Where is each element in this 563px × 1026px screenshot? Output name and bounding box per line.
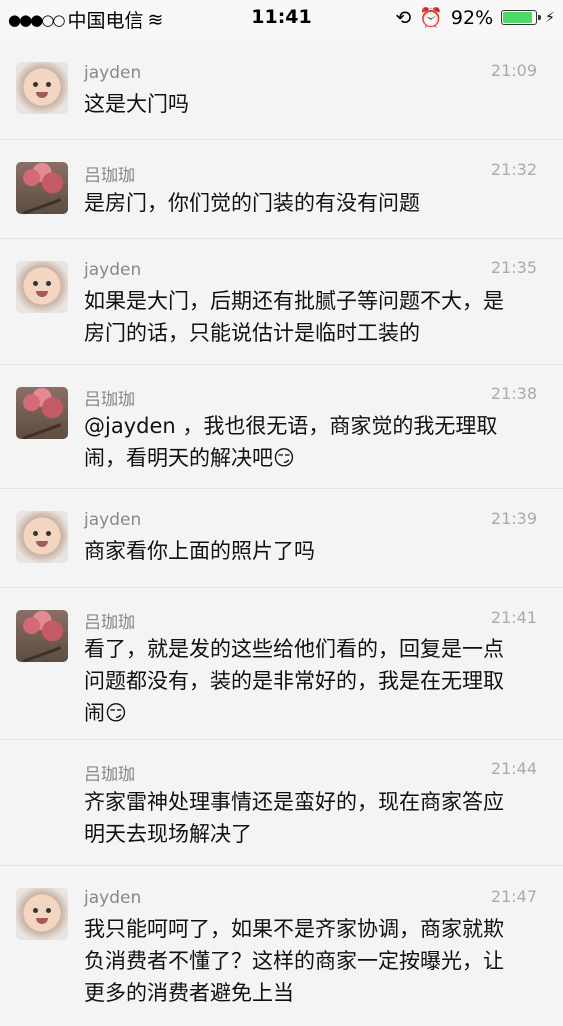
rotation-lock-icon: ⟲ [395,6,412,29]
message-time: 21:44 [490,759,537,778]
message-time: 21:32 [490,160,537,179]
message-text: 我只能呵呵了，如果不是齐家协调，商家就欺负消费者不懂了？这样的商家一定按曝光，让… [84,917,504,1005]
sender-name: jayden [84,510,142,530]
alarm-icon: ⏰ [419,7,443,29]
list-item[interactable]: 吕珈珈 21:44 齐家雷神处理事情还是蛮好的，现在商家答应明天去现场解决了 [0,740,563,866]
message-text: 齐家雷神处理事情还是蛮好的，现在商家答应明天去现场解决了 [84,790,504,846]
chat-list: jayden 21:09 这是大门吗 吕珈珈 21:32 是房门，你们觉的门装的… [0,40,563,1026]
sender-name: 吕珈珈 [84,390,135,410]
avatar[interactable] [16,387,68,439]
battery-icon [501,10,542,25]
list-item[interactable]: 吕珈珈 21:41 看了，就是发的这些给他们看的，回复是一点问题都没有，装的是非… [0,588,563,740]
message-text: @jayden ，我也很无语，商家觉的我无理取闹，看明天的解决吧😏 [84,414,498,470]
battery-fill [503,12,533,23]
message-text: 看了，就是发的这些给他们看的，回复是一点问题都没有，装的是非常好的，我是在无理取… [84,637,504,725]
list-item[interactable]: 吕珈珈 21:38 @jayden ，我也很无语，商家觉的我无理取闹，看明天的解… [0,365,563,489]
avatar[interactable] [16,610,68,662]
charging-icon: ⚡ [545,9,555,26]
sender-name: jayden [84,260,142,280]
message-time: 21:38 [490,384,537,403]
sender-name: jayden [84,888,142,908]
avatar[interactable] [16,261,68,313]
message-time: 21:41 [490,608,537,627]
list-item[interactable]: jayden 21:09 这是大门吗 [0,40,563,140]
sender-name: 吕珈珈 [84,613,135,633]
list-item[interactable]: jayden 21:39 商家看你上面的照片了吗 [0,489,563,588]
avatar[interactable] [16,62,68,114]
message-time: 21:35 [490,258,537,277]
message-time: 21:39 [490,509,537,528]
sender-name: 吕珈珈 [84,166,135,186]
list-item[interactable]: jayden 21:35 如果是大门，后期还有批腻子等问题不大，是房门的话，只能… [0,239,563,365]
message-text: 是房门，你们觉的门装的有没有问题 [84,191,420,215]
status-right: ⟲ ⏰ 92% ⚡ [395,6,555,30]
sender-name: jayden [84,63,142,83]
list-item[interactable]: jayden 21:47 我只能呵呵了，如果不是齐家协调，商家就欺负消费者不懂了… [0,866,563,1026]
message-time: 21:09 [490,61,537,80]
message-time: 21:47 [490,887,537,906]
message-text: 这是大门吗 [84,92,189,116]
avatar[interactable] [16,888,68,940]
status-bar: ●●●○○ 中国电信 ≋ 11:41 ⟲ ⏰ 92% ⚡ [0,0,563,40]
avatar[interactable] [16,162,68,214]
message-text: 如果是大门，后期还有批腻子等问题不大，是房门的话，只能说估计是临时工装的 [84,289,504,345]
list-item[interactable]: 吕珈珈 21:32 是房门，你们觉的门装的有没有问题 [0,140,563,239]
message-text: 商家看你上面的照片了吗 [84,539,315,563]
sender-name: 吕珈珈 [84,765,135,785]
avatar[interactable] [16,511,68,563]
battery-percent: 92% [450,6,494,29]
